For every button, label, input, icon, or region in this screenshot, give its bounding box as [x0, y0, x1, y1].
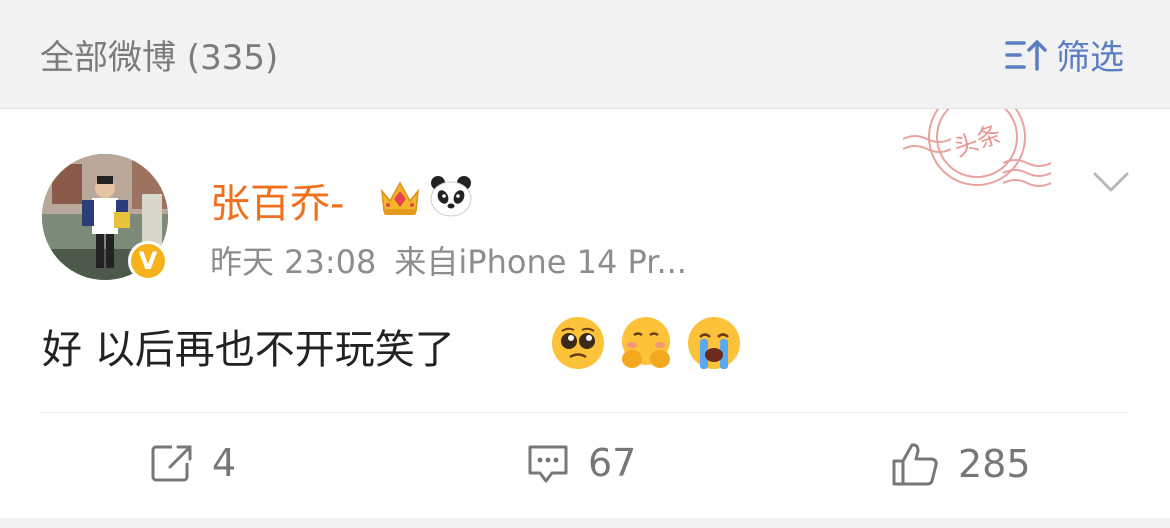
like-count: 285	[958, 442, 1031, 486]
comment-count: 67	[588, 441, 637, 485]
hugging-face-icon	[622, 317, 670, 368]
card-bottom-gap	[0, 518, 1170, 528]
verified-badge: V	[128, 241, 168, 281]
post-meta: 昨天 23:08 来自iPhone 14 Pr...	[210, 237, 705, 283]
panda-icon	[430, 176, 472, 217]
headline-stamp-icon: 头条	[902, 109, 1052, 187]
username[interactable]: 张百乔-	[210, 171, 344, 229]
repost-count: 4	[212, 441, 237, 485]
chevron-down-icon[interactable]	[1092, 169, 1130, 195]
crying-face-icon	[688, 317, 740, 369]
thumbs-up-icon	[892, 443, 938, 486]
post-text: 好 以后再也不开玩笑了	[42, 327, 455, 373]
top-bar: 全部微博 (335) 筛选	[0, 0, 1170, 109]
repost-icon	[151, 445, 192, 482]
repost-button[interactable]: 4	[150, 441, 236, 485]
all-weibo-count-title: 全部微博 (335)	[40, 38, 279, 78]
filter-button[interactable]: 筛选	[1004, 30, 1124, 79]
stamp-text: 头条	[950, 120, 1005, 163]
like-button[interactable]: 285	[890, 441, 1031, 487]
comment-button[interactable]: 67	[526, 441, 636, 485]
filter-sort-icon	[1005, 39, 1047, 71]
comment-icon	[528, 445, 568, 483]
crown-icon	[381, 181, 419, 215]
pleading-face-icon	[552, 317, 604, 369]
post-source: 来自iPhone 14 Pr...	[394, 243, 687, 281]
post-time: 昨天 23:08	[210, 243, 377, 281]
filter-label: 筛选	[1056, 38, 1124, 78]
divider	[40, 412, 1128, 413]
weibo-post-card: 头条 V 张百乔- 昨天 23:08 来自iPhone 14 Pr... 好 以…	[0, 109, 1170, 528]
